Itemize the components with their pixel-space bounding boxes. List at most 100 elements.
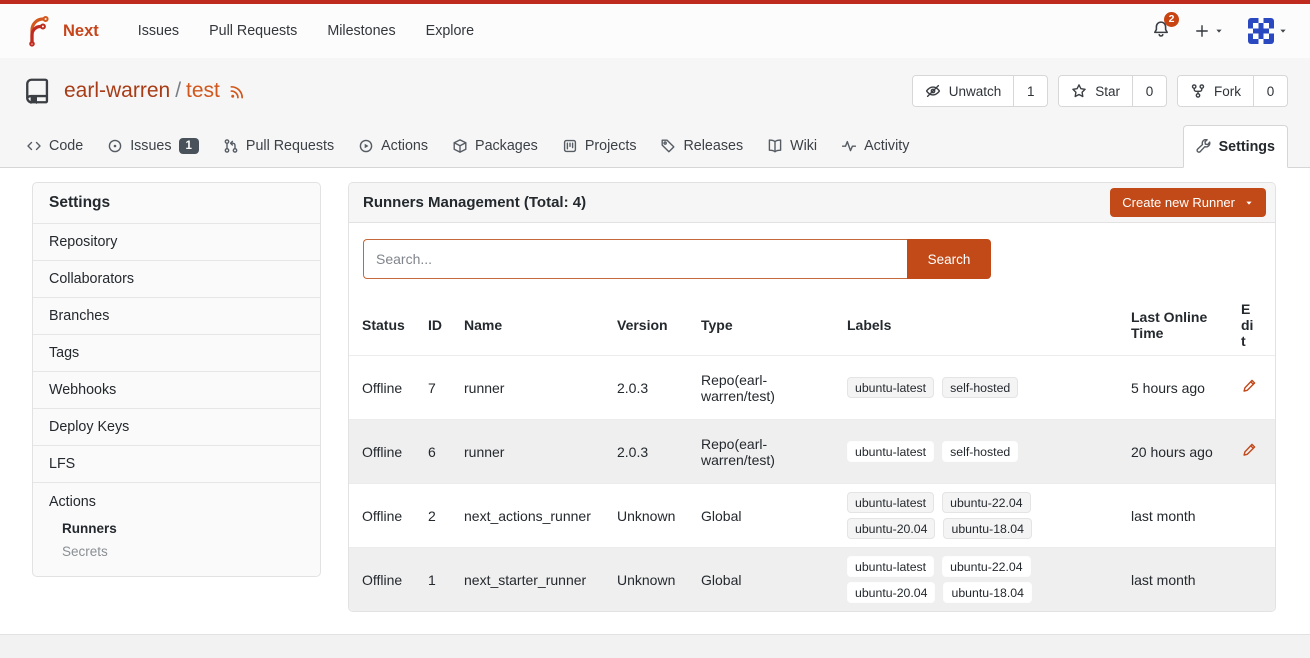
sidebar-subitem-secrets[interactable]: Secrets xyxy=(49,540,304,563)
label-chip: ubuntu-latest xyxy=(847,441,934,462)
column-header-status: Status xyxy=(362,317,428,333)
star-count[interactable]: 0 xyxy=(1132,76,1166,106)
fork-button[interactable]: Fork xyxy=(1178,76,1253,106)
code-icon xyxy=(26,138,42,154)
create-menu-button[interactable] xyxy=(1194,23,1224,39)
cell-type: Global xyxy=(701,508,847,524)
sidebar-item-branches[interactable]: Branches xyxy=(33,298,320,335)
search-input[interactable] xyxy=(363,239,907,279)
search-button[interactable]: Search xyxy=(907,239,991,279)
tab-packages[interactable]: Packages xyxy=(440,124,550,167)
repo-owner-link[interactable]: earl-warren xyxy=(64,79,170,103)
tab-releases[interactable]: Releases xyxy=(648,124,755,167)
star-icon xyxy=(1071,83,1087,99)
issue-icon xyxy=(107,138,123,154)
tab-label: Releases xyxy=(683,138,743,154)
release-icon xyxy=(660,138,676,154)
settings-icon xyxy=(1196,139,1212,155)
nav-links: IssuesPull RequestsMilestonesExplore xyxy=(123,23,489,39)
notifications-button[interactable]: 2 xyxy=(1152,20,1170,43)
column-header-version: Version xyxy=(617,317,701,333)
label-chip: ubuntu-20.04 xyxy=(847,582,935,603)
cell-type: Global xyxy=(701,572,847,588)
column-header-labels: Labels xyxy=(847,317,1131,333)
settings-sidebar: Settings RepositoryCollaboratorsBranches… xyxy=(32,182,321,577)
unwatch-button[interactable]: Unwatch xyxy=(913,76,1014,106)
tab-label: Pull Requests xyxy=(246,138,334,154)
cell-id: 6 xyxy=(428,444,464,460)
cell-name: runner xyxy=(464,380,617,396)
label-chip: ubuntu-22.04 xyxy=(942,556,1030,577)
unwatch-count[interactable]: 1 xyxy=(1013,76,1047,106)
fork-count[interactable]: 0 xyxy=(1253,76,1287,106)
runners-panel: Runners Management (Total: 4) Create new… xyxy=(348,182,1276,612)
edit-runner-button[interactable] xyxy=(1241,442,1257,458)
chevron-down-icon xyxy=(1244,198,1254,208)
cell-type: Repo(earl-warren/test) xyxy=(701,372,847,404)
panel-title: Runners Management (Total: 4) xyxy=(363,194,586,211)
fork-label: Fork xyxy=(1214,84,1241,99)
column-header-id: ID xyxy=(428,317,464,333)
label-chip: ubuntu-latest xyxy=(847,377,934,398)
label-chip: ubuntu-latest xyxy=(847,492,934,513)
cell-status: Offline xyxy=(362,380,428,396)
user-menu-button[interactable] xyxy=(1248,18,1288,44)
tab-label: Packages xyxy=(475,138,538,154)
create-new-runner-button[interactable]: Create new Runner xyxy=(1110,188,1266,217)
brand[interactable]: Next xyxy=(22,15,99,47)
runners-table-header: StatusIDNameVersionTypeLabelsLast Online… xyxy=(349,295,1275,355)
sidebar-item-lfs[interactable]: LFS xyxy=(33,446,320,483)
cell-version: Unknown xyxy=(617,572,701,588)
column-header-name: Name xyxy=(464,317,617,333)
cell-edit xyxy=(1241,378,1262,397)
pencil-icon xyxy=(1241,442,1257,458)
cell-last-online: last month xyxy=(1131,572,1241,588)
nav-item-issues[interactable]: Issues xyxy=(123,23,194,39)
runners-table-body: Offline7runner2.0.3Repo(earl-warren/test… xyxy=(349,355,1275,611)
repo-header: earl-warren / test Unwatch1Star0Fork0 Co… xyxy=(0,58,1310,168)
edit-runner-button[interactable] xyxy=(1241,378,1257,394)
nav-item-explore[interactable]: Explore xyxy=(411,23,489,39)
activity-icon xyxy=(841,138,857,154)
runner-row: Offline1next_starter_runnerUnknownGlobal… xyxy=(349,547,1275,611)
sidebar-subitem-runners[interactable]: Runners xyxy=(49,517,304,540)
star-button[interactable]: Star xyxy=(1059,76,1132,106)
tab-activity[interactable]: Activity xyxy=(829,124,921,167)
sidebar-item-collaborators[interactable]: Collaborators xyxy=(33,261,320,298)
issues-count-badge: 1 xyxy=(179,138,199,154)
label-chip: self-hosted xyxy=(942,441,1018,462)
wiki-icon xyxy=(767,138,783,154)
chevron-down-icon xyxy=(1278,26,1288,36)
cell-type: Repo(earl-warren/test) xyxy=(701,436,847,468)
repo-action-buttons: Unwatch1Star0Fork0 xyxy=(912,75,1288,107)
tab-label: Issues xyxy=(130,138,171,154)
unwatch-button-group: Unwatch1 xyxy=(912,75,1049,107)
tab-wiki[interactable]: Wiki xyxy=(755,124,829,167)
plus-icon xyxy=(1194,23,1210,39)
tab-pull-requests[interactable]: Pull Requests xyxy=(211,124,346,167)
nav-item-milestones[interactable]: Milestones xyxy=(312,23,410,39)
brand-label: Next xyxy=(63,22,99,41)
panel-header: Runners Management (Total: 4) Create new… xyxy=(349,183,1275,223)
nav-item-pull-requests[interactable]: Pull Requests xyxy=(194,23,312,39)
label-chip: ubuntu-22.04 xyxy=(942,492,1030,513)
cell-labels: ubuntu-latestubuntu-22.04ubuntu-20.04ubu… xyxy=(847,492,1043,539)
tab-issues[interactable]: Issues 1 xyxy=(95,124,211,167)
tab-projects[interactable]: Projects xyxy=(550,124,649,167)
tab-settings[interactable]: Settings xyxy=(1183,125,1288,168)
sidebar-item-actions[interactable]: Actions xyxy=(49,492,304,517)
avatar xyxy=(1248,18,1274,44)
sidebar-item-webhooks[interactable]: Webhooks xyxy=(33,372,320,409)
sidebar-item-tags[interactable]: Tags xyxy=(33,335,320,372)
notification-count-badge: 2 xyxy=(1164,12,1179,27)
cell-id: 1 xyxy=(428,572,464,588)
tab-label: Wiki xyxy=(790,138,817,154)
repo-name-link[interactable]: test xyxy=(186,79,220,103)
tab-actions[interactable]: Actions xyxy=(346,124,440,167)
cell-version: 2.0.3 xyxy=(617,444,701,460)
rss-feed-icon[interactable] xyxy=(229,83,246,100)
sidebar-item-deploy-keys[interactable]: Deploy Keys xyxy=(33,409,320,446)
unwatch-icon xyxy=(925,83,941,99)
tab-code[interactable]: Code xyxy=(14,124,95,167)
sidebar-item-repository[interactable]: Repository xyxy=(33,224,320,261)
